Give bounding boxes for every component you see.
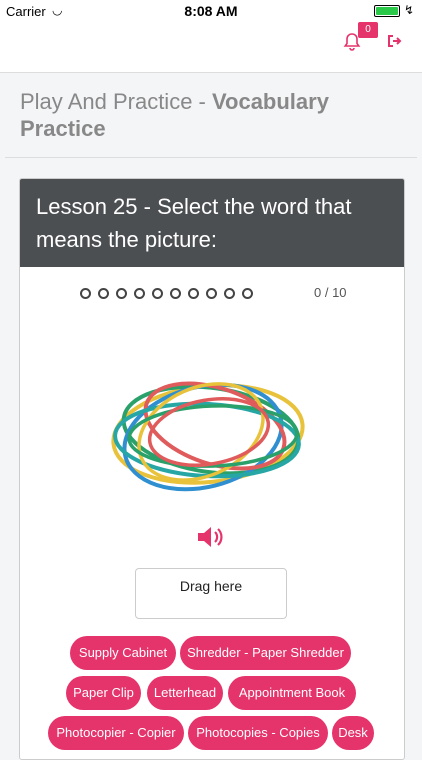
clock: 8:08 AM [184,3,238,19]
word-option[interactable]: Photocopies - Copies [188,716,328,750]
word-option[interactable]: Photocopier - Copier [48,716,184,750]
charging-icon: ↯ [403,3,414,17]
speaker-icon[interactable] [196,524,230,550]
page-title-bar: Play And Practice - Vocabulary Practice [5,73,417,158]
drop-zone[interactable]: Drag here [135,568,287,619]
word-option[interactable]: Letterhead [147,676,223,710]
word-option[interactable]: Appointment Book [228,676,356,710]
progress-dots [80,285,260,300]
lesson-instruction: Lesson 25 - Select the word that means t… [36,194,352,252]
progress-dot [206,288,217,300]
progress-counter: 0 / 10 [314,285,347,300]
notification-badge[interactable]: 0 [358,22,378,38]
lesson-card: Lesson 25 - Select the word that means t… [19,178,405,760]
status-bar: Carrier ◡ 8:08 AM ↯ [0,0,422,22]
word-option[interactable]: Desk [332,716,374,750]
battery-icon [374,5,400,17]
logout-icon[interactable] [388,34,402,52]
drop-zone-label: Drag here [179,578,243,594]
progress-dot [116,288,127,300]
progress-dot [242,288,253,300]
progress-dot [224,288,235,300]
progress-dot [134,288,145,300]
progress-dot [170,288,181,300]
page-title: Play And Practice - Vocabulary Practice [20,89,329,141]
rubber-bands-picture [103,362,313,502]
progress-dot [80,288,91,300]
progress-dot [98,288,109,300]
top-navigation: 0 [0,22,422,73]
lesson-header: Lesson 25 - Select the word that means t… [20,179,404,267]
word-option[interactable]: Supply Cabinet [70,636,176,670]
word-option[interactable]: Paper Clip [66,676,141,710]
word-option[interactable]: Shredder - Paper Shredder [180,636,351,670]
progress-dot [188,288,199,300]
progress-dot [152,288,163,300]
